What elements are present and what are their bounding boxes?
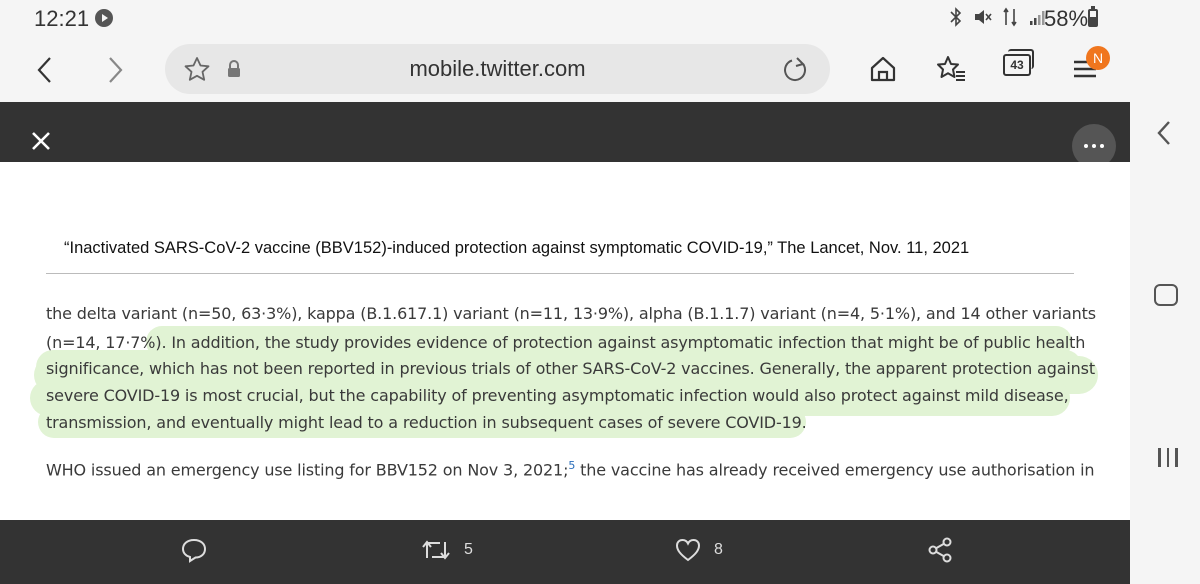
url-text: mobile.twitter.com: [409, 56, 586, 81]
home-icon: [870, 56, 896, 82]
close-icon: [32, 132, 50, 150]
home-button[interactable]: [866, 52, 900, 86]
notification-badge: N: [1086, 46, 1110, 70]
like-count: 8: [714, 541, 723, 558]
paragraph-line: (n=14, 17·7%). In addition, the study pr…: [46, 333, 1086, 352]
status-icons: [950, 7, 1048, 27]
divider: [46, 273, 1074, 274]
screen-recording-icon: [95, 9, 113, 27]
like-button[interactable]: 8: [674, 536, 723, 564]
share-icon: [928, 537, 952, 563]
system-back-button[interactable]: [1156, 120, 1172, 151]
bookmarks-button[interactable]: [934, 52, 968, 86]
media-viewer-header: [0, 102, 1130, 162]
retweet-button[interactable]: 5: [420, 536, 473, 564]
heart-icon: [675, 538, 701, 562]
browser-toolbar: mobile.twitter.com: [0, 36, 1130, 102]
forward-button[interactable]: [96, 50, 136, 90]
system-home-button[interactable]: [1154, 284, 1178, 306]
paragraph-line: transmission, and eventually might lead …: [46, 413, 807, 432]
bluetooth-icon: [950, 7, 962, 27]
dot: [1084, 144, 1088, 148]
paragraph-line: severe COVID-19 is most crucial, but the…: [46, 386, 1069, 405]
mute-icon: [975, 10, 992, 24]
retweet-icon: [422, 540, 450, 560]
chevron-left-icon: [1157, 121, 1170, 145]
battery-percentage: 58%: [1044, 6, 1089, 31]
bookmarks-star-list-icon: [937, 56, 965, 81]
paragraph-text: the vaccine has already received emergen…: [575, 460, 1095, 480]
paragraph-text: WHO issued an emergency use listing for …: [46, 460, 569, 480]
tabs-button[interactable]: 43: [1003, 54, 1031, 76]
paragraph-line: the delta variant (n=50, 63·3%), kappa (…: [46, 304, 1096, 323]
reload-icon[interactable]: [780, 55, 810, 90]
close-button[interactable]: [28, 128, 54, 154]
chevron-right-icon: [109, 57, 123, 83]
system-navigation-bar: [1130, 0, 1200, 584]
back-button[interactable]: [24, 50, 64, 90]
system-recents-button[interactable]: [1158, 448, 1178, 467]
reply-bubble-icon: [181, 538, 207, 563]
network-icon: [1003, 7, 1017, 27]
retweet-count: 5: [464, 541, 473, 558]
status-time: 12:21: [34, 6, 90, 31]
battery-icon: [1088, 6, 1098, 27]
media-viewer-actions: [0, 520, 1130, 584]
reply-button[interactable]: [180, 536, 208, 564]
paragraph-line: WHO issued an emergency use listing for …: [46, 459, 1095, 480]
chevron-left-icon: [37, 57, 51, 83]
status-bar: 12:21 58%: [0, 0, 1130, 36]
address-bar[interactable]: mobile.twitter.com: [165, 44, 830, 94]
paragraph-line: significance, which has not been reporte…: [46, 359, 1095, 378]
dot: [1100, 144, 1104, 148]
share-button[interactable]: [926, 536, 954, 564]
document-title: “Inactivated SARS-CoV-2 vaccine (BBV152)…: [64, 239, 970, 257]
dot: [1092, 144, 1096, 148]
